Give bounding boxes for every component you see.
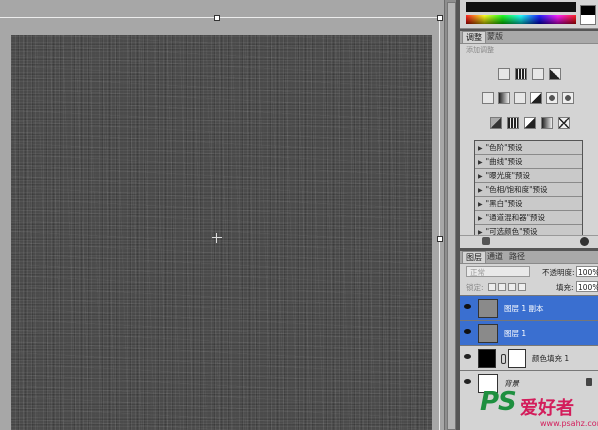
- scrollbar-thumb[interactable]: [447, 2, 456, 430]
- presets-list: "色阶"预设 "曲线"预设 "曝光度"预设 "色相/饱和度"预设 "黑白"预设 …: [474, 140, 583, 236]
- levels-icon[interactable]: [515, 68, 527, 80]
- transform-center-icon[interactable]: [212, 233, 222, 243]
- layer-thumbnail: [478, 349, 496, 368]
- transform-handle-top-right[interactable]: [437, 15, 443, 21]
- lock-transparent-icon[interactable]: [488, 283, 496, 291]
- brightness-contrast-icon[interactable]: [498, 68, 510, 80]
- preset-item-curves[interactable]: "曲线"预设: [475, 155, 582, 169]
- fill-input[interactable]: 100%: [576, 281, 598, 292]
- adjustments-footer: [460, 235, 598, 248]
- lock-all-icon[interactable]: [518, 283, 526, 291]
- watermark-title: 爱好者: [520, 398, 574, 419]
- tab-channels[interactable]: 通道: [484, 251, 506, 262]
- layer-row-color-fill[interactable]: 颜色填充 1: [460, 345, 598, 371]
- tab-paths[interactable]: 路径: [506, 251, 528, 262]
- vibrance-icon[interactable]: [482, 92, 494, 104]
- watermark-logo: PS: [480, 387, 517, 417]
- lock-label: 锁定:: [466, 283, 484, 292]
- right-panel-dock: 调整 蒙版 添加调整 "色阶"预设 "曲线"预设: [456, 0, 598, 430]
- layer-row-copy[interactable]: 图层 1 副本: [460, 295, 598, 321]
- layer-name: 颜色填充 1: [532, 354, 570, 363]
- layer-thumbnail: [478, 299, 498, 318]
- adjustment-icon-row-2: [460, 92, 598, 106]
- color-spectrum[interactable]: [466, 15, 576, 24]
- lock-position-icon[interactable]: [508, 283, 516, 291]
- exposure-icon[interactable]: [549, 68, 561, 80]
- watermark-url: www.psahz.com: [540, 419, 598, 428]
- channel-mixer-icon[interactable]: [562, 92, 574, 104]
- gradient-map-icon[interactable]: [541, 117, 553, 129]
- adjustments-tabbar: 调整 蒙版: [460, 31, 598, 44]
- opacity-label: 不透明度:: [542, 268, 575, 277]
- transform-box-right-edge: [439, 17, 440, 430]
- preset-item-channel-mixer[interactable]: "通道混和器"预设: [475, 211, 582, 225]
- adjustment-icon-row-1: [460, 68, 598, 82]
- adjustments-panel: 调整 蒙版 添加调整 "色阶"预设 "曲线"预设: [460, 31, 598, 248]
- color-balance-icon[interactable]: [514, 92, 526, 104]
- site-watermark: PS 爱好者 www.psahz.com: [478, 387, 598, 430]
- layer-mask-thumbnail[interactable]: [508, 349, 526, 368]
- opacity-input[interactable]: 100%: [576, 266, 598, 277]
- clip-to-layer-icon[interactable]: [482, 237, 490, 245]
- adjustment-icon-row-3: [460, 117, 598, 131]
- threshold-icon[interactable]: [524, 117, 536, 129]
- hue-saturation-icon[interactable]: [498, 92, 510, 104]
- layer-name: 图层 1: [504, 329, 527, 338]
- color-bar[interactable]: [466, 2, 576, 12]
- link-icon[interactable]: [501, 354, 506, 364]
- lock-fill-row: 锁定: 填充: 100%: [460, 280, 598, 294]
- preset-item-black-white[interactable]: "黑白"预设: [475, 197, 582, 211]
- preset-item-levels[interactable]: "色阶"预设: [475, 141, 582, 155]
- new-adjustment-icon[interactable]: [580, 237, 589, 246]
- blend-mode-select[interactable]: 正常: [466, 266, 530, 277]
- photo-filter-icon[interactable]: [546, 92, 558, 104]
- color-panel: [460, 0, 598, 29]
- fill-label: 填充:: [556, 283, 574, 292]
- adjustments-subtitle: 添加调整: [466, 46, 494, 54]
- layer-thumbnail: [478, 324, 498, 343]
- preset-item-exposure[interactable]: "曝光度"预设: [475, 169, 582, 183]
- eye-icon[interactable]: [464, 379, 471, 384]
- preset-item-hue-saturation[interactable]: "色相/饱和度"预设: [475, 183, 582, 197]
- layer-name: 图层 1 副本: [504, 304, 544, 313]
- eye-icon[interactable]: [464, 354, 471, 359]
- transform-handle-top[interactable]: [214, 15, 220, 21]
- lock-icon: [586, 378, 592, 386]
- black-white-icon[interactable]: [530, 92, 542, 104]
- black-white-swatch[interactable]: [580, 5, 596, 25]
- selective-color-icon[interactable]: [558, 117, 570, 129]
- eye-icon[interactable]: [464, 329, 471, 334]
- lock-pixels-icon[interactable]: [498, 283, 506, 291]
- posterize-icon[interactable]: [507, 117, 519, 129]
- curves-icon[interactable]: [532, 68, 544, 80]
- invert-icon[interactable]: [490, 117, 502, 129]
- layer-row-1[interactable]: 图层 1: [460, 320, 598, 346]
- transform-box-top-edge: [0, 17, 440, 18]
- transform-handle-right[interactable]: [437, 236, 443, 242]
- layer-options-row: 正常 不透明度: 100%: [460, 265, 598, 279]
- document-workspace: [0, 0, 457, 430]
- tab-masks[interactable]: 蒙版: [484, 31, 506, 42]
- tab-layers[interactable]: 图层: [462, 251, 486, 263]
- tab-adjustments[interactable]: 调整: [462, 31, 486, 43]
- eye-icon[interactable]: [464, 304, 471, 309]
- layers-tabbar: 图层 通道 路径: [460, 251, 598, 264]
